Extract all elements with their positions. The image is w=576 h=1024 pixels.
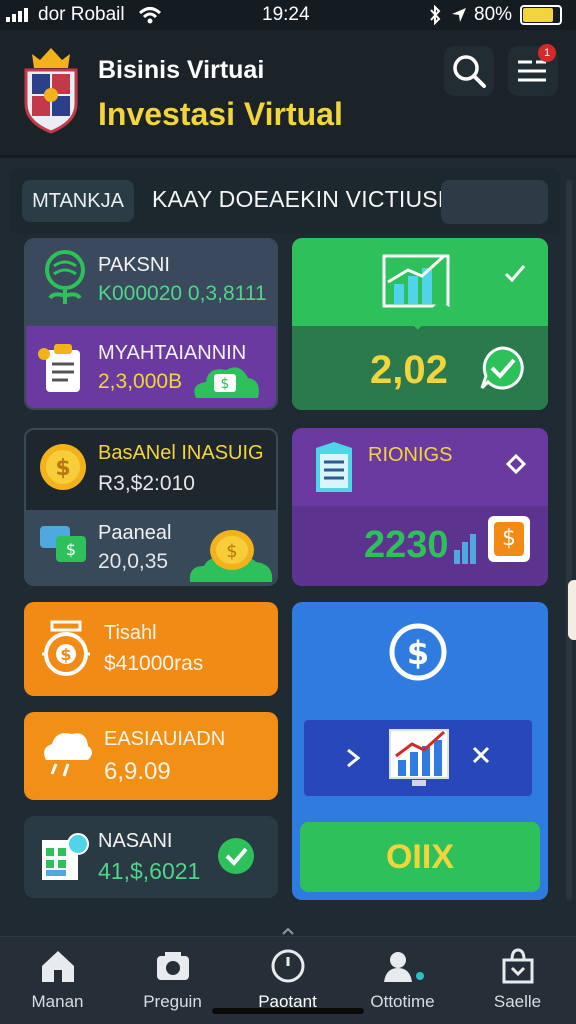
app-subtitle: Investasi Virtual xyxy=(98,96,343,132)
coin-cloud-icon: $ xyxy=(189,530,273,582)
camera-icon xyxy=(156,952,189,980)
clipboard-icon xyxy=(38,344,80,392)
basanel-label: BasANel INASUIG xyxy=(98,442,264,464)
cash-icon: $ xyxy=(40,526,86,562)
cloud-rain-icon xyxy=(44,733,92,777)
tisahh-label: Tisahl xyxy=(104,622,157,644)
dollar-tag-icon: $ xyxy=(488,516,530,562)
paaneal-value: 20,0,35 xyxy=(98,550,169,573)
status-bar: dor Robail 19:24 80% xyxy=(0,0,576,30)
dollar-circle-icon: $ xyxy=(389,623,447,681)
growth-value: 2,02 xyxy=(370,348,448,392)
carrier-name: dor Robail xyxy=(38,4,125,25)
easiauidn-label: EASIAUIADN xyxy=(104,728,226,750)
nav-label: Saelle xyxy=(493,992,542,1011)
notification-badge: 1 xyxy=(538,44,556,62)
chevron-up-icon[interactable] xyxy=(280,926,296,936)
location-icon xyxy=(452,8,466,22)
tisahh-value: $41000ras xyxy=(104,652,204,675)
document-chart-icon xyxy=(316,442,352,492)
side-panel-handle[interactable] xyxy=(568,580,576,640)
check-circle-icon xyxy=(218,838,254,874)
menu-button[interactable]: 1 xyxy=(508,44,558,96)
nasani-label: NASANI xyxy=(98,830,173,852)
paksni-label: PAKSNI xyxy=(98,254,170,276)
nav-label: Preguin xyxy=(143,992,202,1011)
growth-chart-icon xyxy=(382,254,492,330)
clock-time: 19:24 xyxy=(262,4,310,25)
rionigs-value: 2230 xyxy=(364,524,449,566)
nav-label: Manan xyxy=(31,992,84,1011)
filter-chip[interactable]: MTANKJA xyxy=(22,180,134,222)
easiauidn-value: 6,9.09 xyxy=(104,758,171,785)
cloud-money-icon: $ xyxy=(194,367,259,398)
trend-chart-icon xyxy=(389,729,449,786)
nav-item-ottotime[interactable]: Ottotime xyxy=(345,946,460,1012)
timer-money-icon: $ xyxy=(42,620,90,676)
coin-icon: $ xyxy=(40,444,86,490)
svg-text:$: $ xyxy=(221,376,230,392)
myahtaiannin-value: 2,3,000B xyxy=(98,370,183,393)
action-button[interactable]: OIIX xyxy=(300,822,540,892)
clock-icon xyxy=(271,949,304,983)
paaneal-label: Paaneal xyxy=(98,522,172,544)
crest-logo-icon xyxy=(24,48,78,134)
svg-text:$: $ xyxy=(407,634,429,672)
basanel-value: R3,$2:010 xyxy=(98,472,195,495)
home-indicator[interactable] xyxy=(212,1008,364,1014)
wifi-icon xyxy=(138,7,162,24)
chat-check-icon xyxy=(480,346,524,390)
nav-label: Ottotime xyxy=(370,992,435,1011)
nav-item-saelle[interactable]: Saelle xyxy=(460,946,575,1012)
nav-item-manan[interactable]: Manan xyxy=(0,946,115,1012)
battery-icon xyxy=(520,5,562,25)
spreadsheet-icon xyxy=(42,833,89,880)
search-icon xyxy=(453,55,486,88)
svg-text:$: $ xyxy=(66,540,76,559)
svg-text:$: $ xyxy=(226,541,237,562)
signal-icon xyxy=(6,8,28,22)
person-icon xyxy=(383,952,424,982)
bluetooth-icon xyxy=(430,5,441,25)
nasani-value: 41,$,6021 xyxy=(98,858,201,884)
bag-icon xyxy=(502,948,533,984)
paksni-value: K000020 0,3,8111 xyxy=(98,282,267,305)
battery-percent: 80% xyxy=(474,4,513,25)
nav-item-preguin[interactable]: Preguin xyxy=(115,946,230,1012)
nav-item-paotant[interactable]: Paotant xyxy=(230,946,345,1012)
svg-text:$: $ xyxy=(55,456,70,481)
close-icon[interactable] xyxy=(470,744,492,766)
home-icon xyxy=(41,951,74,982)
arrow-left-icon[interactable] xyxy=(342,746,366,770)
check-icon xyxy=(504,265,526,283)
mini-bars-icon xyxy=(454,534,476,564)
chevron-icon[interactable] xyxy=(504,452,528,476)
rionigs-label: RIONIGS xyxy=(368,444,453,466)
search-button[interactable] xyxy=(444,46,494,96)
plant-icon xyxy=(45,250,85,304)
app-title: Bisinis Virtuai xyxy=(98,56,265,84)
filter-title: KAAY DOEAEKIN VICTIUSH xyxy=(152,186,455,212)
scrollbar[interactable] xyxy=(566,180,572,900)
filter-dropdown[interactable] xyxy=(441,180,548,224)
svg-text:$: $ xyxy=(60,645,71,664)
